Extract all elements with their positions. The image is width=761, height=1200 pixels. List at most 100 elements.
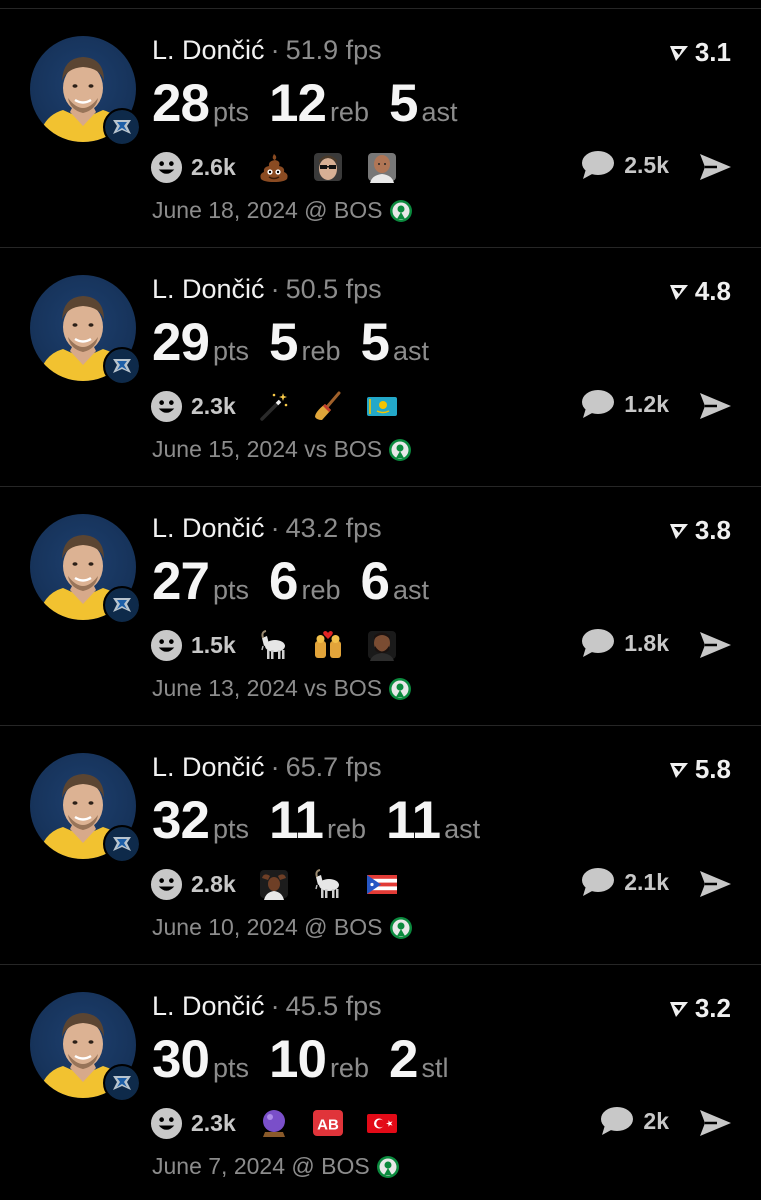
reaction-count[interactable]: 1.5k <box>191 632 236 659</box>
stat-unit: reb <box>329 97 369 127</box>
smiley-icon[interactable] <box>150 390 183 423</box>
couple-heart-emoji-icon[interactable] <box>312 629 344 661</box>
smiley-icon[interactable] <box>150 1107 183 1140</box>
mavericks-logo-icon <box>103 108 141 146</box>
share-send-icon[interactable] <box>697 627 733 663</box>
share-send-icon[interactable] <box>697 866 733 902</box>
kazakhstan-flag-emoji-icon[interactable] <box>366 390 398 422</box>
game-date: June 15, 2024 vs BOS <box>152 436 383 462</box>
share-send-icon[interactable] <box>697 149 733 185</box>
share-send-icon[interactable] <box>697 1105 733 1141</box>
mavericks-logo-icon <box>103 1064 141 1102</box>
mavericks-logo-icon <box>103 825 141 863</box>
comment-bubble-icon <box>582 629 615 657</box>
crystal-ball-emoji-icon[interactable] <box>258 1107 290 1139</box>
stat-unit: ast <box>444 814 481 844</box>
stat-unit: pts <box>212 97 249 127</box>
smiley-icon[interactable] <box>150 151 183 184</box>
game-post[interactable]: L. Dončić · 45.5 fps 3.2 30 pts 10 reb 2st… <box>0 965 761 1200</box>
ab-button-emoji-icon[interactable]: AB <box>312 1107 344 1139</box>
stat-unit: pts <box>212 1053 249 1083</box>
rating[interactable]: 4.8 <box>668 276 731 307</box>
comments-button[interactable]: 2.1k <box>580 866 669 898</box>
rating-value: 5.8 <box>694 754 731 784</box>
game-date-line: June 7, 2024 @ BOS <box>152 1153 400 1180</box>
separator-dot: · <box>270 513 280 543</box>
poop-emoji-icon[interactable] <box>258 151 290 183</box>
magic-wand-emoji-icon[interactable] <box>258 390 290 422</box>
turkey-flag-emoji-icon[interactable] <box>366 1107 398 1139</box>
reaction-count[interactable]: 2.3k <box>191 1110 236 1137</box>
game-date: June 18, 2024 @ BOS <box>152 197 383 223</box>
bearded-man-emoji-icon[interactable] <box>366 629 398 661</box>
stat-value: 11 <box>268 791 324 850</box>
share-send-icon[interactable] <box>697 388 733 424</box>
post-header: L. Dončić · 51.9 fps <box>152 35 382 69</box>
bald-man-emoji-icon[interactable] <box>366 151 398 183</box>
rating[interactable]: 3.2 <box>668 993 731 1024</box>
stat-unit: pts <box>212 575 249 605</box>
rating-value: 3.1 <box>694 37 731 67</box>
fps-score: 43.2 fps <box>285 513 382 543</box>
game-date: June 7, 2024 @ BOS <box>152 1153 370 1179</box>
stat-value: 6 <box>268 552 299 611</box>
comments-button[interactable]: 1.8k <box>580 627 669 659</box>
stat-unit: reb <box>301 575 341 605</box>
goat-emoji-icon[interactable] <box>312 868 344 900</box>
fps-score: 65.7 fps <box>285 752 382 782</box>
comment-bubble-icon <box>601 1107 634 1135</box>
stat-value: 28 <box>152 74 210 133</box>
reactions-bar: 2.6k <box>150 147 420 187</box>
broom-emoji-icon[interactable] <box>312 390 344 422</box>
game-post[interactable]: L. Dončić · 51.9 fps 3.1 28 pts 12 reb 5 as… <box>0 9 761 248</box>
player-name[interactable]: L. Dončić <box>152 513 265 544</box>
game-date-line: June 15, 2024 vs BOS <box>152 436 412 463</box>
reaction-count[interactable]: 2.8k <box>191 871 236 898</box>
celtics-logo-icon <box>376 1155 399 1178</box>
rating[interactable]: 5.8 <box>668 754 731 785</box>
game-date-line: June 13, 2024 vs BOS <box>152 675 412 702</box>
player-name[interactable]: L. Dončić <box>152 274 265 305</box>
reactions-bar: 2.3k AB <box>150 1103 420 1143</box>
fps-score: 45.5 fps <box>285 991 382 1021</box>
comments-button[interactable]: 2.5k <box>580 149 669 181</box>
stat-unit: reb <box>301 336 341 366</box>
mavericks-logo-icon <box>103 586 141 624</box>
svg-text:AB: AB <box>317 1117 339 1134</box>
stat-unit: ast <box>421 97 458 127</box>
rating[interactable]: 3.1 <box>668 37 731 68</box>
rating[interactable]: 3.8 <box>668 515 731 546</box>
celtics-logo-icon <box>389 677 412 700</box>
separator-dot: · <box>270 35 280 65</box>
player-name[interactable]: L. Dončić <box>152 752 265 783</box>
rating-icon <box>669 1001 688 1017</box>
celtics-logo-icon <box>389 199 412 222</box>
comments-button[interactable]: 1.2k <box>580 388 669 420</box>
rating-icon <box>669 762 688 778</box>
stat-value: 2 <box>388 1030 419 1089</box>
goat-emoji-icon[interactable] <box>258 629 290 661</box>
comments-button[interactable]: 2k <box>599 1105 669 1137</box>
stat-line: 32 pts 11 reb 11 ast <box>152 790 500 851</box>
sunglasses-face-emoji-icon[interactable] <box>312 151 344 183</box>
stat-unit: pts <box>212 814 249 844</box>
stat-line: 29 pts 5 reb 5 ast <box>152 312 449 373</box>
game-post[interactable]: L. Dončić · 65.7 fps 5.8 32 pts 11 reb 11 a… <box>0 726 761 965</box>
game-date-line: June 10, 2024 @ BOS <box>152 914 413 941</box>
stat-unit: reb <box>327 814 367 844</box>
smiley-icon[interactable] <box>150 868 183 901</box>
stat-value: 30 <box>152 1030 210 1089</box>
comment-count: 2k <box>643 1107 669 1134</box>
smiley-icon[interactable] <box>150 629 183 662</box>
man-hands-on-head-emoji-icon[interactable] <box>258 868 290 900</box>
reactions-bar: 2.3k <box>150 386 420 426</box>
game-post[interactable]: L. Dončić · 50.5 fps 4.8 29 pts 5 reb 5 ast… <box>0 248 761 487</box>
post-header: L. Dončić · 65.7 fps <box>152 752 382 786</box>
reaction-count[interactable]: 2.6k <box>191 154 236 181</box>
player-name[interactable]: L. Dončić <box>152 35 265 66</box>
reaction-count[interactable]: 2.3k <box>191 393 236 420</box>
game-post[interactable]: L. Dončić · 43.2 fps 3.8 27 pts 6 reb 6 ast… <box>0 487 761 726</box>
puerto-rico-flag-emoji-icon[interactable] <box>366 868 398 900</box>
player-name[interactable]: L. Dončić <box>152 991 265 1022</box>
stat-value: 10 <box>268 1030 327 1089</box>
